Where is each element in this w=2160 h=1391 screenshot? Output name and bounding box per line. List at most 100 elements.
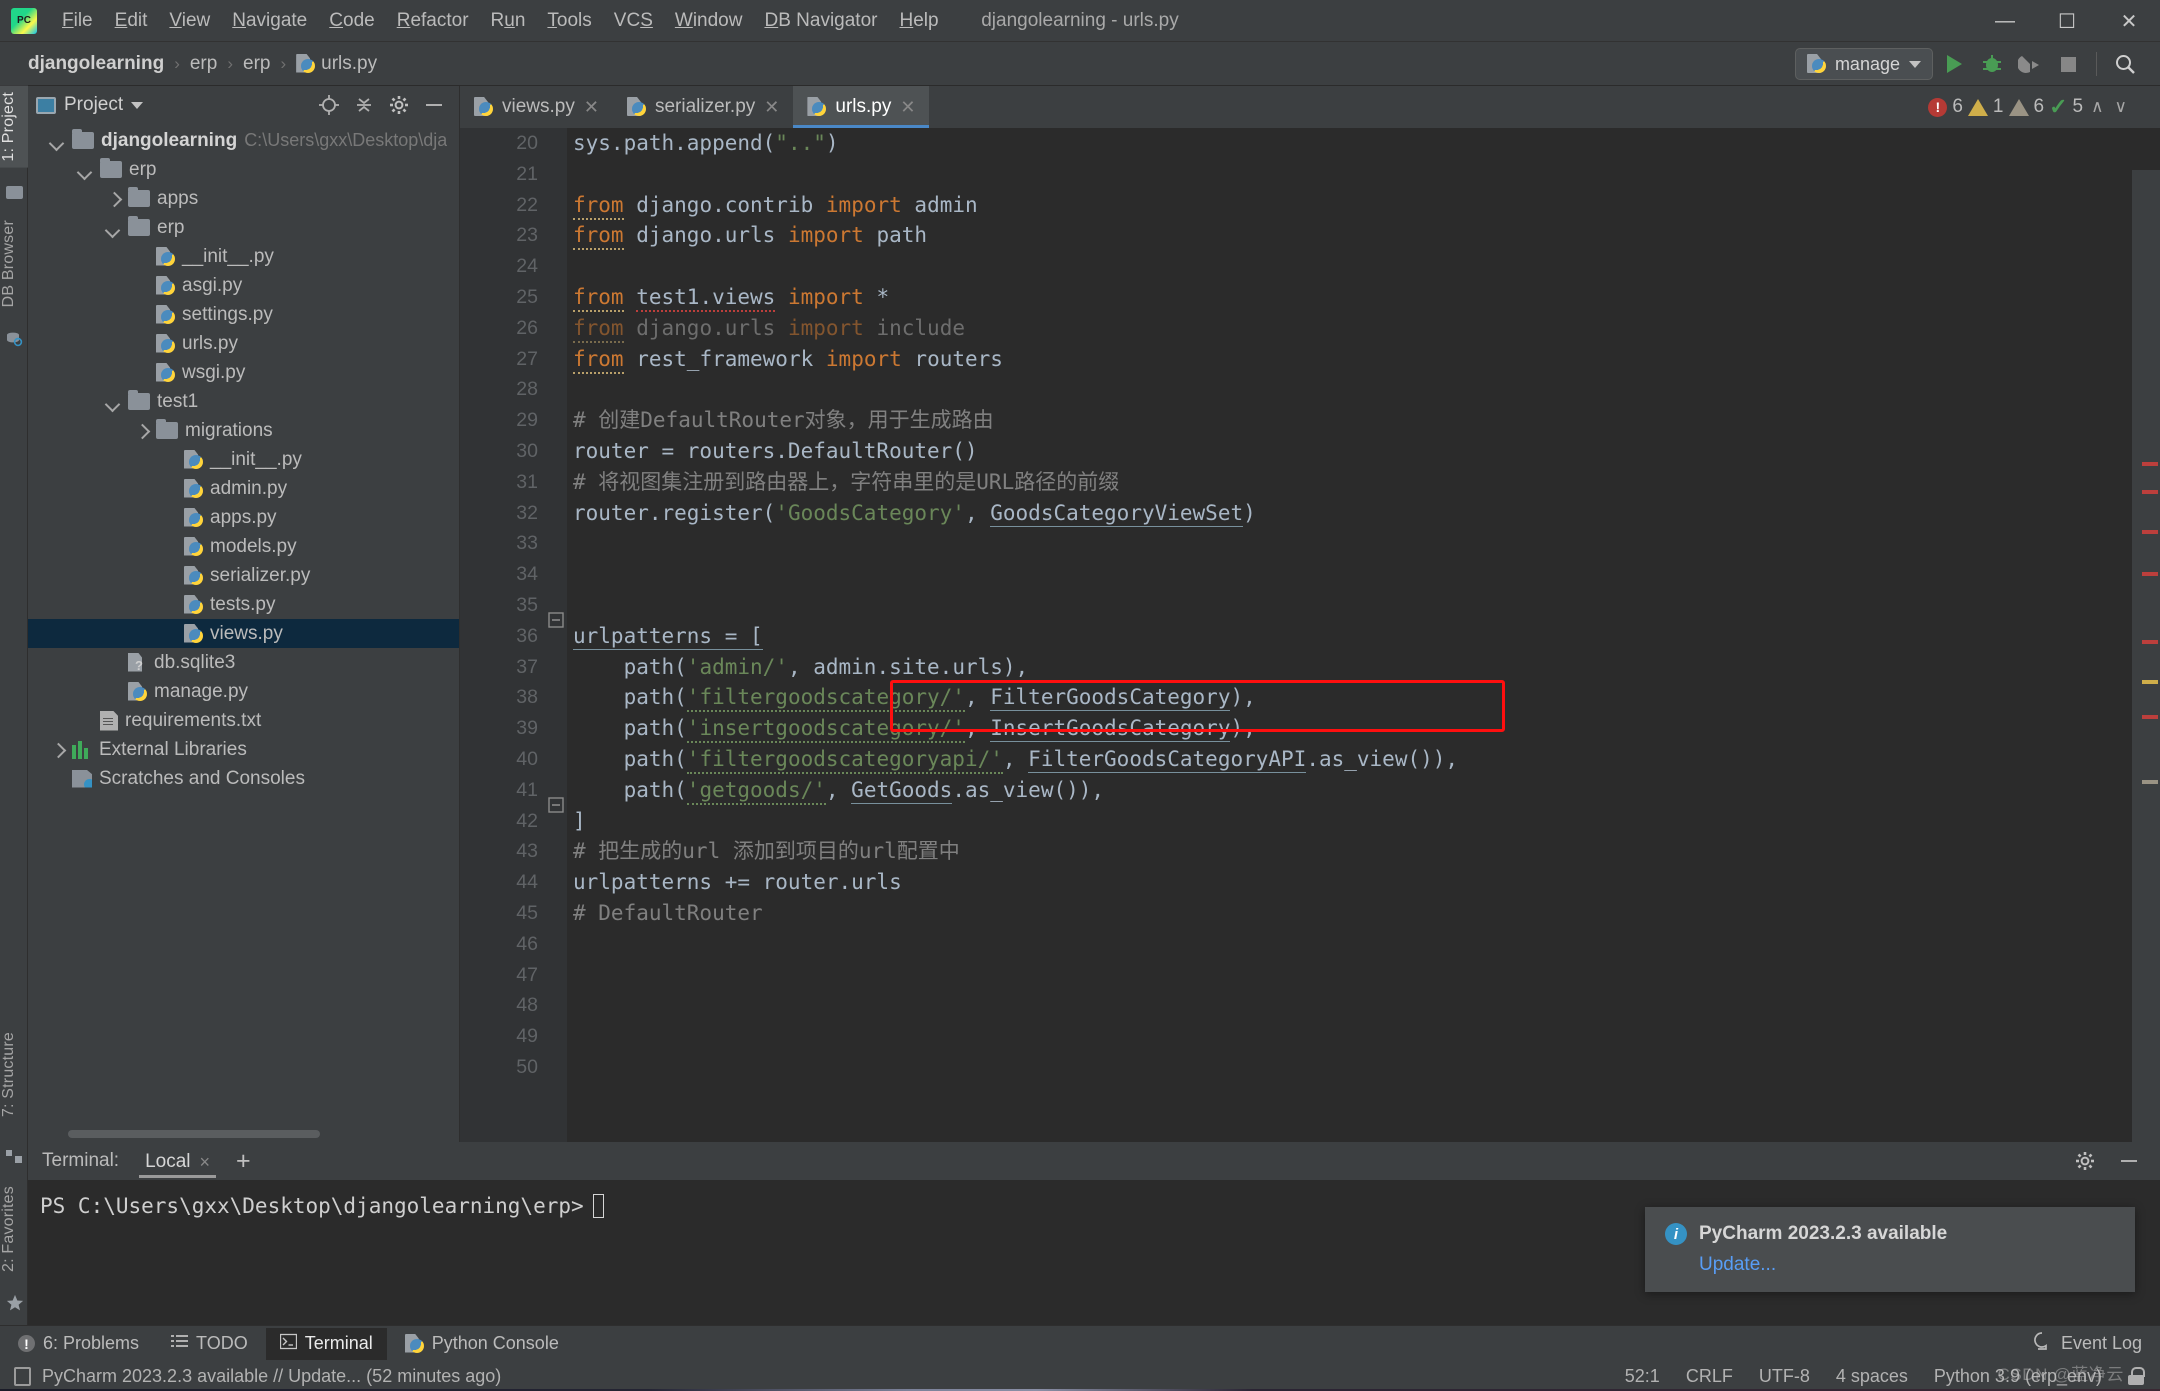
- tree-item-apps-py[interactable]: apps.py: [28, 503, 459, 532]
- tool-button-python-console[interactable]: Python Console: [391, 1328, 573, 1359]
- maximize-button[interactable]: ☐: [2036, 0, 2098, 42]
- caret-position[interactable]: 52:1: [1625, 1366, 1660, 1387]
- error-marker[interactable]: [2142, 490, 2158, 494]
- tree-item-wsgi-py[interactable]: wsgi.py: [28, 358, 459, 387]
- tree-item--init-py[interactable]: __init__.py: [28, 445, 459, 474]
- breadcrumb-item-0[interactable]: djangolearning: [22, 51, 170, 77]
- code-line-28[interactable]: 28: [460, 374, 2160, 405]
- error-marker[interactable]: [2142, 715, 2158, 719]
- tree-item-apps[interactable]: apps: [28, 184, 459, 213]
- search-everywhere-icon[interactable]: [2108, 47, 2142, 81]
- code-editor[interactable]: 20sys.path.append("..")2122from django.c…: [460, 128, 2160, 1142]
- menu-item-edit[interactable]: Edit: [104, 6, 159, 36]
- error-marker[interactable]: [2142, 530, 2158, 534]
- run-configuration-selector[interactable]: manage: [1795, 48, 1933, 80]
- menu-item-vcs[interactable]: VCS: [603, 6, 664, 36]
- run-with-coverage-button[interactable]: [2013, 47, 2047, 81]
- next-problem-icon[interactable]: ∨: [2112, 97, 2130, 117]
- code-line-38[interactable]: 38 path('filtergoodscategory/', FilterGo…: [460, 682, 2160, 713]
- close-icon[interactable]: ✕: [584, 97, 599, 118]
- code-line-25[interactable]: 25from test1.views import *: [460, 282, 2160, 313]
- warning-marker[interactable]: [2142, 680, 2158, 684]
- update-notification[interactable]: i PyCharm 2023.2.3 available Update...: [1645, 1207, 2135, 1292]
- menu-item-view[interactable]: View: [158, 6, 221, 36]
- tree-item--init-py[interactable]: __init__.py: [28, 242, 459, 271]
- breadcrumb-item-2[interactable]: erp: [237, 51, 276, 77]
- chevron-right-icon[interactable]: [105, 191, 121, 207]
- tool-button-problems[interactable]: ! 6: Problems: [4, 1328, 153, 1359]
- chevron-down-icon[interactable]: [105, 394, 121, 410]
- tree-item-external-libraries[interactable]: External Libraries: [28, 735, 459, 764]
- weak-warning-marker[interactable]: [2142, 780, 2158, 784]
- project-tree[interactable]: djangolearningC:\Users\gxx\Desktop\djaer…: [28, 124, 459, 1142]
- code-line-37[interactable]: 37 path('admin/', admin.site.urls),: [460, 652, 2160, 683]
- collapse-all-icon[interactable]: [353, 94, 375, 116]
- event-log-button[interactable]: Event Log: [2061, 1333, 2142, 1354]
- stop-button[interactable]: [2051, 47, 2085, 81]
- menu-item-code[interactable]: Code: [318, 6, 385, 36]
- tree-item-views-py[interactable]: views.py: [28, 619, 459, 648]
- code-line-36[interactable]: 36urlpatterns = [: [460, 621, 2160, 652]
- code-line-26[interactable]: 26from django.urls import include: [460, 313, 2160, 344]
- close-icon[interactable]: ✕: [764, 97, 779, 118]
- chevron-right-icon[interactable]: [49, 742, 65, 758]
- code-line-24[interactable]: 24: [460, 251, 2160, 282]
- code-line-39[interactable]: 39 path('insertgoodscategory/', InsertGo…: [460, 713, 2160, 744]
- line-separator[interactable]: CRLF: [1686, 1366, 1733, 1387]
- code-line-50[interactable]: 50: [460, 1052, 2160, 1083]
- menu-item-window[interactable]: Window: [664, 6, 754, 36]
- sidebar-item-favorites[interactable]: 2: Favorites: [0, 1180, 28, 1278]
- notification-update-link[interactable]: Update...: [1699, 1254, 2115, 1276]
- code-line-35[interactable]: 35: [460, 590, 2160, 621]
- error-marker[interactable]: [2142, 572, 2158, 576]
- code-line-44[interactable]: 44urlpatterns += router.urls: [460, 867, 2160, 898]
- tree-item-test1[interactable]: test1: [28, 387, 459, 416]
- indent-setting[interactable]: 4 spaces: [1836, 1366, 1908, 1387]
- tree-item-erp[interactable]: erp: [28, 213, 459, 242]
- tree-item-admin-py[interactable]: admin.py: [28, 474, 459, 503]
- lock-icon[interactable]: [2128, 1367, 2144, 1385]
- tree-item-asgi-py[interactable]: asgi.py: [28, 271, 459, 300]
- sidebar-item-db-browser[interactable]: DB Browser: [0, 214, 28, 313]
- editor-tab-views-py[interactable]: views.py ✕: [460, 86, 613, 128]
- code-line-23[interactable]: 23from django.urls import path: [460, 220, 2160, 251]
- code-line-27[interactable]: 27from rest_framework import routers: [460, 344, 2160, 375]
- menu-item-run[interactable]: Run: [480, 6, 537, 36]
- locate-icon[interactable]: [318, 94, 340, 116]
- menu-item-tools[interactable]: Tools: [536, 6, 602, 36]
- editor-tab-urls-py[interactable]: urls.py ✕: [793, 86, 929, 128]
- tree-item-djangolearning[interactable]: djangolearningC:\Users\gxx\Desktop\dja: [28, 126, 459, 155]
- gear-icon[interactable]: [2074, 1150, 2096, 1172]
- file-encoding[interactable]: UTF-8: [1759, 1366, 1810, 1387]
- code-line-32[interactable]: 32router.register('GoodsCategory', Goods…: [460, 498, 2160, 529]
- editor-markers-strip[interactable]: [2132, 170, 2160, 1184]
- code-line-46[interactable]: 46: [460, 929, 2160, 960]
- status-message[interactable]: PyCharm 2023.2.3 available // Update... …: [42, 1366, 501, 1387]
- code-line-47[interactable]: 47: [460, 960, 2160, 991]
- code-line-40[interactable]: 40 path('filtergoodscategoryapi/', Filte…: [460, 744, 2160, 775]
- tree-item-requirements-txt[interactable]: requirements.txt: [28, 706, 459, 735]
- error-marker[interactable]: [2142, 640, 2158, 644]
- code-line-22[interactable]: 22from django.contrib import admin: [460, 190, 2160, 221]
- menu-item-help[interactable]: Help: [888, 6, 949, 36]
- error-marker[interactable]: [2142, 462, 2158, 466]
- tree-item-models-py[interactable]: models.py: [28, 532, 459, 561]
- tree-item-db-sqlite3[interactable]: db.sqlite3: [28, 648, 459, 677]
- tool-button-terminal[interactable]: Terminal: [266, 1328, 387, 1360]
- chevron-down-icon[interactable]: [105, 220, 121, 236]
- project-horizontal-scrollbar[interactable]: [68, 1130, 320, 1138]
- code-line-33[interactable]: 33: [460, 528, 2160, 559]
- hide-panel-icon[interactable]: [423, 94, 445, 116]
- minimize-button[interactable]: —: [1974, 0, 2036, 42]
- fold-marker-open[interactable]: [548, 612, 564, 628]
- tree-item-scratches-and-consoles[interactable]: Scratches and Consoles: [28, 764, 459, 793]
- debug-button[interactable]: [1975, 47, 2009, 81]
- menu-item-refactor[interactable]: Refactor: [386, 6, 480, 36]
- code-line-31[interactable]: 31# 将视图集注册到路由器上，字符串里的是URL路径的前缀: [460, 467, 2160, 498]
- gear-icon[interactable]: [388, 94, 410, 116]
- tree-item-erp[interactable]: erp: [28, 155, 459, 184]
- tool-button-todo[interactable]: TODO: [157, 1328, 262, 1360]
- chevron-right-icon[interactable]: [133, 423, 149, 439]
- chevron-down-icon[interactable]: [49, 133, 65, 149]
- code-content[interactable]: 20sys.path.append("..")2122from django.c…: [460, 128, 2160, 1142]
